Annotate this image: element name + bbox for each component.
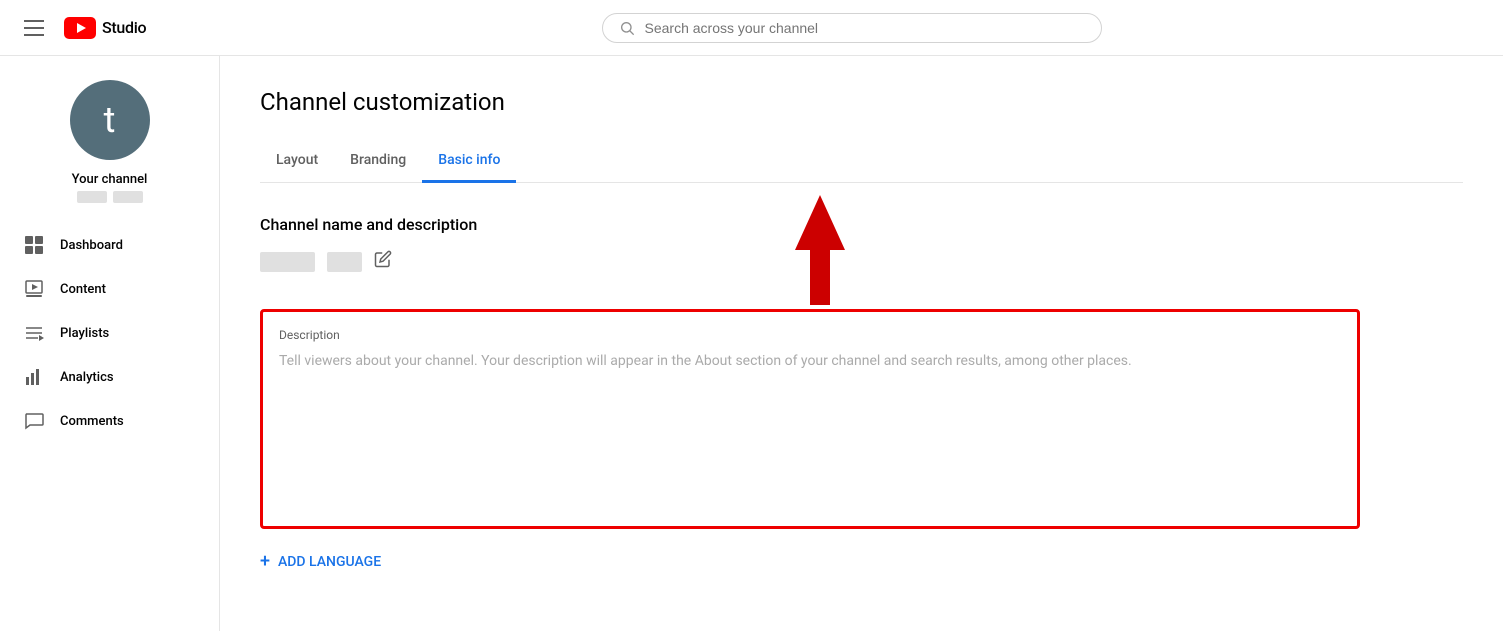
description-placeholder: Tell viewers about your channel. Your de… [279,350,1341,372]
dashboard-label: Dashboard [60,238,123,253]
dashboard-icon [24,235,44,255]
tab-branding[interactable]: Branding [334,140,422,183]
content-label: Content [60,282,106,297]
tabs-bar: Layout Branding Basic info [260,140,1463,183]
search-icon [619,20,635,36]
logo-area[interactable]: Studio [64,17,146,39]
content-area: Channel name and description [260,215,1463,571]
channel-name-blur [260,252,315,272]
youtube-icon [64,17,96,39]
add-language-button[interactable]: + ADD LANGUAGE [260,553,1463,571]
sidebar-item-analytics[interactable]: Analytics [0,355,219,399]
sidebar-item-content[interactable]: Content [0,267,219,311]
hamburger-menu[interactable] [16,12,52,44]
section-title: Channel name and description [260,215,1463,234]
search-area [216,13,1487,43]
avatar: t [70,80,150,160]
playlists-icon [24,323,44,343]
sidebar-item-comments[interactable]: Comments [0,399,219,443]
header-left: Studio [16,12,216,44]
description-box[interactable]: Description Tell viewers about your chan… [260,309,1360,529]
tab-basic-info[interactable]: Basic info [422,140,516,183]
comments-icon [24,411,44,431]
content-icon [24,279,44,299]
sidebar-item-playlists[interactable]: Playlists [0,311,219,355]
sidebar: t Your channel Dashboard [0,56,220,631]
sub-blur-1 [77,191,107,203]
page-title: Channel customization [260,88,1463,116]
edit-icon[interactable] [374,250,392,273]
main-content: Channel customization Layout Branding Ba… [220,56,1503,631]
plus-icon: + [260,553,270,571]
playlists-label: Playlists [60,326,109,341]
channel-name: Your channel [72,172,148,187]
nav-items: Dashboard Content [0,223,219,443]
analytics-icon [24,367,44,387]
brand-name: Studio [102,18,146,37]
description-label: Description [279,328,1341,342]
app-body: t Your channel Dashboard [0,56,1503,631]
tab-layout[interactable]: Layout [260,140,334,183]
sidebar-item-dashboard[interactable]: Dashboard [0,223,219,267]
search-input[interactable] [645,20,1085,36]
channel-name-blur2 [327,252,362,272]
comments-label: Comments [60,414,124,429]
search-bar[interactable] [602,13,1102,43]
top-header: Studio [0,0,1503,56]
add-language-label: ADD LANGUAGE [278,554,381,570]
analytics-label: Analytics [60,370,114,385]
channel-name-area [260,250,1463,273]
sub-blur-2 [113,191,143,203]
channel-sub-info [77,191,143,203]
